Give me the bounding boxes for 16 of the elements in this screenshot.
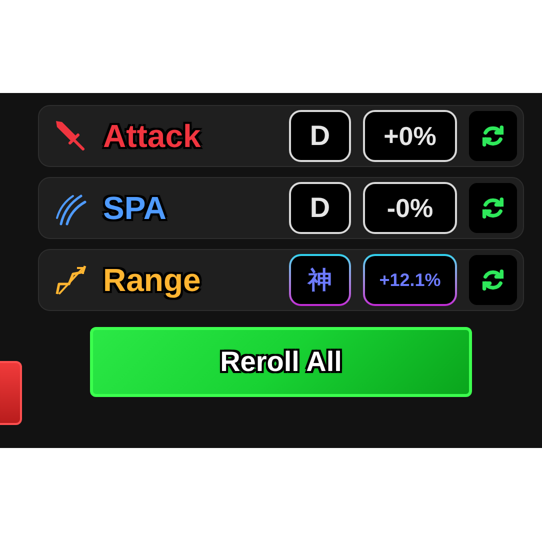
reroll-all-button[interactable]: Reroll All: [90, 327, 472, 397]
stat-name: Attack: [103, 117, 201, 156]
refresh-icon: [480, 123, 506, 149]
grade-badge: D: [289, 182, 351, 234]
stat-name: Range: [103, 261, 201, 300]
stat-name: SPA: [103, 189, 166, 228]
refresh-icon: [480, 195, 506, 221]
stat-value: +0%: [363, 110, 457, 162]
reroll-button[interactable]: [469, 183, 517, 233]
stat-value: -0%: [363, 182, 457, 234]
grade-badge: D: [289, 110, 351, 162]
reroll-button[interactable]: [469, 255, 517, 305]
grade-badge: 神: [289, 254, 351, 306]
reroll-button[interactable]: [469, 111, 517, 161]
refresh-icon: [480, 267, 506, 293]
stat-value: +12.1%: [363, 254, 457, 306]
